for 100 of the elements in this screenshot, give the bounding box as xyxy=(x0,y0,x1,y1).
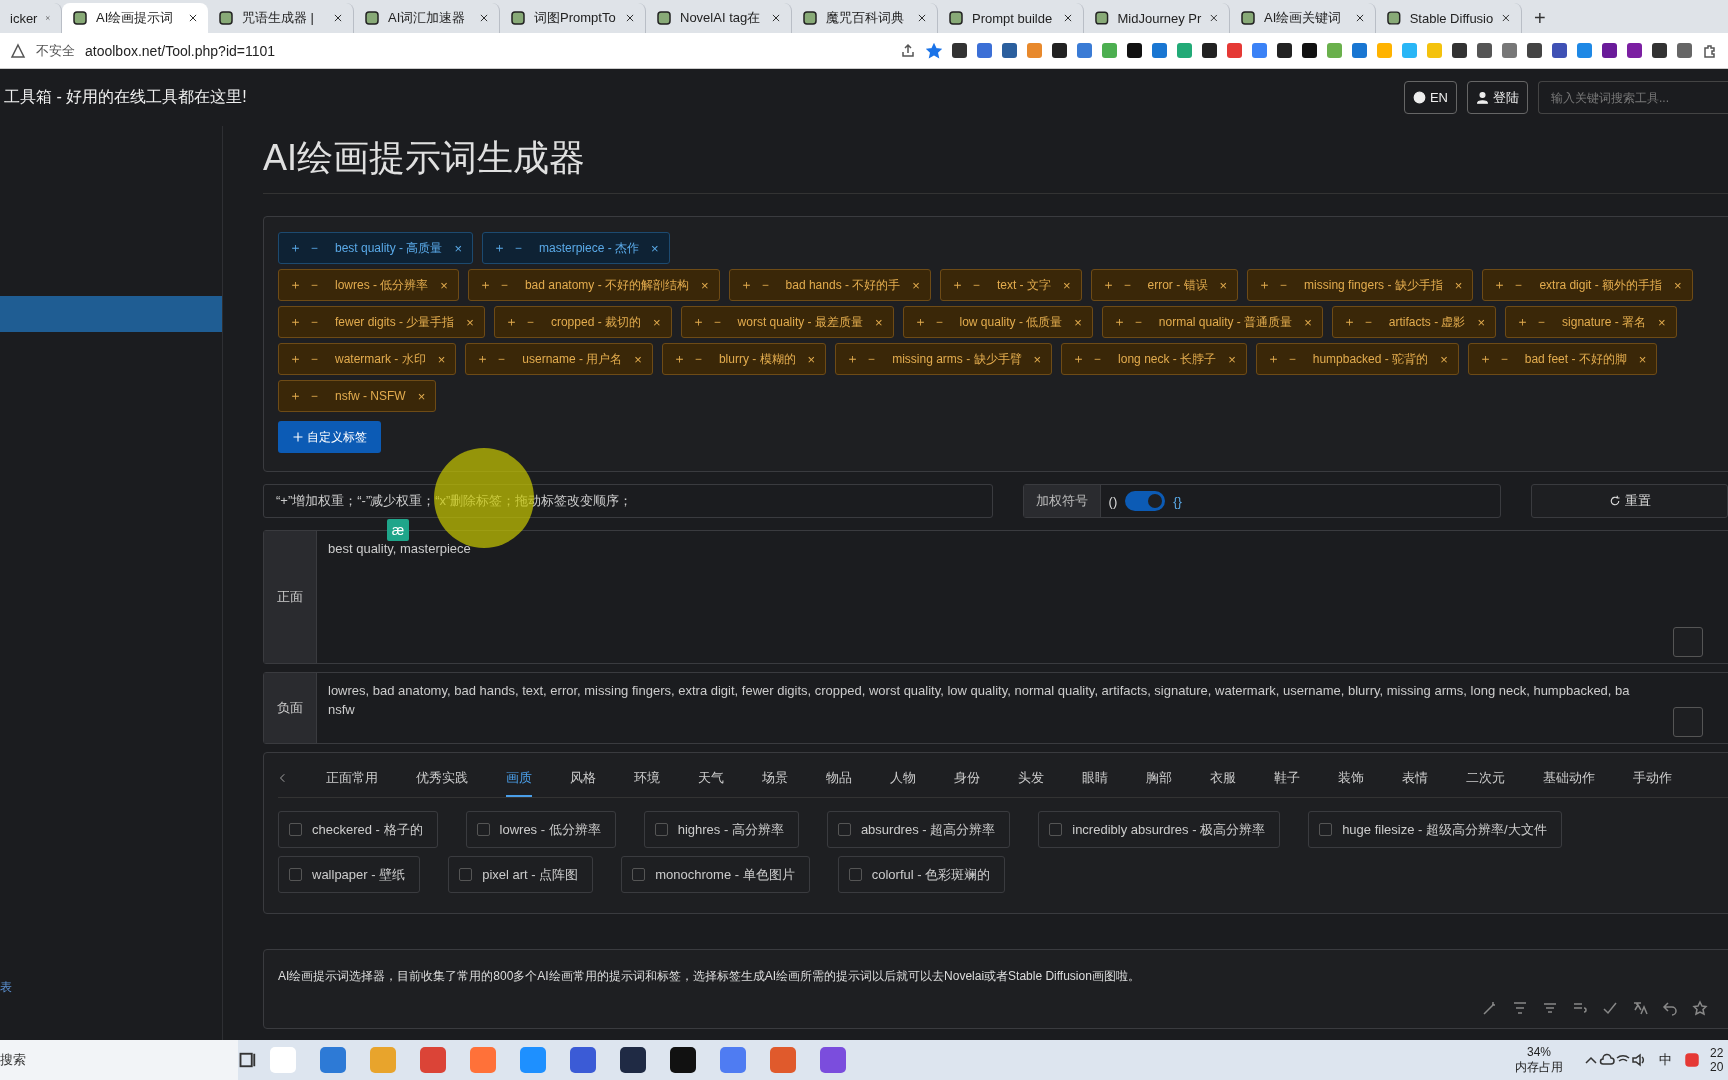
remove-tag-button[interactable]: × xyxy=(1674,277,1682,293)
remove-tag-button[interactable]: × xyxy=(466,314,474,330)
increase-weight-button[interactable]: ＋ xyxy=(672,350,686,368)
extension-icon[interactable] xyxy=(1527,43,1542,58)
remove-tag-button[interactable]: × xyxy=(440,277,448,293)
category-tab[interactable]: 物品 xyxy=(826,769,852,797)
login-button[interactable]: 登陆 xyxy=(1467,81,1528,114)
negative-tag[interactable]: ＋ － missing fingers - 缺少手指 × xyxy=(1247,269,1474,301)
remove-tag-button[interactable]: × xyxy=(1454,277,1463,293)
increase-weight-button[interactable]: ＋ xyxy=(476,350,490,368)
negative-tag[interactable]: ＋ － bad anatomy - 不好的解剖结构 × xyxy=(467,269,720,301)
decrease-weight-button[interactable]: － xyxy=(511,239,525,257)
decrease-weight-button[interactable]: － xyxy=(1277,276,1291,294)
tag-checkbox[interactable]: wallpaper - 壁纸 xyxy=(278,856,421,893)
increase-weight-button[interactable]: ＋ xyxy=(846,350,860,368)
remove-tag-button[interactable]: × xyxy=(701,277,709,293)
copy-button[interactable] xyxy=(1673,627,1703,657)
increase-weight-button[interactable]: ＋ xyxy=(504,313,518,331)
taskbar-search[interactable]: 搜索 xyxy=(0,1040,238,1080)
taskbar-app-icon[interactable] xyxy=(620,1047,646,1073)
increase-weight-button[interactable]: ＋ xyxy=(1342,313,1356,331)
negative-tag[interactable]: ＋ － cropped - 裁切的 × xyxy=(493,306,672,338)
category-tab[interactable]: 画质 xyxy=(506,769,532,797)
remove-tag-button[interactable]: × xyxy=(1304,314,1312,330)
increase-weight-button[interactable]: ＋ xyxy=(1258,276,1272,294)
decrease-weight-button[interactable]: － xyxy=(523,313,537,331)
search-field[interactable]: 输入关键词搜索工具... xyxy=(1538,81,1728,114)
decrease-weight-button[interactable]: － xyxy=(1285,350,1299,368)
decrease-weight-button[interactable]: － xyxy=(497,276,511,294)
negative-tag[interactable]: ＋ － artifacts - 虚影 × xyxy=(1331,306,1497,338)
language-button[interactable]: EN xyxy=(1403,81,1457,114)
decrease-weight-button[interactable]: － xyxy=(308,313,321,331)
category-tab[interactable]: 人物 xyxy=(890,769,916,797)
category-tab[interactable]: 眼睛 xyxy=(1082,769,1108,797)
remove-tag-button[interactable]: × xyxy=(874,314,883,330)
ime-indicator[interactable]: 中 xyxy=(1659,1051,1672,1069)
decrease-weight-button[interactable]: － xyxy=(710,313,724,331)
category-tab[interactable]: 环境 xyxy=(634,769,660,797)
decrease-weight-button[interactable]: － xyxy=(1361,313,1375,331)
positive-tag[interactable]: ＋ － masterpiece - 杰作 × xyxy=(481,232,670,264)
extension-icon[interactable] xyxy=(1252,43,1267,58)
extension-icon[interactable] xyxy=(1177,43,1192,58)
increase-weight-button[interactable]: ＋ xyxy=(289,239,302,257)
decrease-weight-button[interactable]: － xyxy=(1512,276,1526,294)
negative-tag[interactable]: ＋ － username - 用户名 × xyxy=(465,343,653,375)
decrease-weight-button[interactable]: － xyxy=(1120,276,1134,294)
remove-tag-button[interactable]: × xyxy=(1219,277,1228,293)
category-tab[interactable]: 场景 xyxy=(762,769,788,797)
extension-icon[interactable] xyxy=(1302,43,1317,58)
negative-tag[interactable]: ＋ － signature - 署名 × xyxy=(1505,306,1677,338)
extension-icon[interactable] xyxy=(1577,43,1592,58)
positive-tag[interactable]: ＋ － best quality - 高质量 × xyxy=(278,232,473,264)
remove-tag-button[interactable]: × xyxy=(912,277,920,293)
extension-icon[interactable] xyxy=(952,43,967,58)
remove-tag-button[interactable]: × xyxy=(651,240,659,256)
negative-tag[interactable]: ＋ － fewer digits - 少量手指 × xyxy=(278,306,485,338)
increase-weight-button[interactable]: ＋ xyxy=(691,313,705,331)
reset-button[interactable]: 重置 xyxy=(1531,484,1728,518)
extension-icon[interactable] xyxy=(1102,43,1117,58)
extension-icon[interactable] xyxy=(1477,43,1492,58)
new-tab-button[interactable]: + xyxy=(1522,3,1558,33)
address-field[interactable]: atoolbox.net/Tool.php?id=1101 xyxy=(85,42,890,59)
negative-tag[interactable]: ＋ － text - 文字 × xyxy=(939,269,1082,301)
extension-icon[interactable] xyxy=(1502,43,1517,58)
increase-weight-button[interactable]: ＋ xyxy=(1072,350,1086,368)
extension-icon[interactable] xyxy=(1202,43,1217,58)
category-tab[interactable]: 正面常用 xyxy=(326,769,378,797)
category-tab[interactable]: 身份 xyxy=(954,769,980,797)
extension-icon[interactable] xyxy=(1027,43,1042,58)
remove-tag-button[interactable]: × xyxy=(1062,277,1071,293)
decrease-weight-button[interactable]: － xyxy=(495,350,509,368)
sidebar-link[interactable]: 表 xyxy=(0,979,12,996)
decrease-weight-button[interactable]: － xyxy=(969,276,983,294)
decrease-weight-button[interactable]: － xyxy=(691,350,705,368)
increase-weight-button[interactable]: ＋ xyxy=(1516,313,1530,331)
increase-weight-button[interactable]: ＋ xyxy=(1266,350,1280,368)
extension-icon[interactable] xyxy=(977,43,992,58)
tag-checkbox[interactable]: highres - 高分辨率 xyxy=(643,811,799,848)
increase-weight-button[interactable]: ＋ xyxy=(289,350,302,368)
copy-button[interactable] xyxy=(1673,707,1703,737)
negative-tag[interactable]: ＋ － watermark - 水印 × xyxy=(278,343,457,375)
extension-icon[interactable] xyxy=(1327,43,1342,58)
increase-weight-button[interactable]: ＋ xyxy=(289,313,302,331)
extension-icon[interactable] xyxy=(1077,43,1092,58)
negative-tag[interactable]: ＋ － bad hands - 不好的手 × xyxy=(728,269,931,301)
remove-tag-button[interactable]: × xyxy=(1440,351,1448,367)
increase-weight-button[interactable]: ＋ xyxy=(492,239,506,257)
remove-tag-button[interactable]: × xyxy=(1638,351,1647,367)
extension-icon[interactable] xyxy=(1277,43,1292,58)
decrease-weight-button[interactable]: － xyxy=(308,387,321,405)
category-tab[interactable]: 头发 xyxy=(1018,769,1044,797)
decrease-weight-button[interactable]: － xyxy=(1091,350,1105,368)
category-tab[interactable]: 表情 xyxy=(1402,769,1428,797)
toggle-switch[interactable] xyxy=(1125,491,1166,511)
tag-checkbox[interactable]: huge filesize - 超级高分辨率/大文件 xyxy=(1308,811,1562,848)
decrease-weight-button[interactable]: － xyxy=(1131,313,1145,331)
extension-icon[interactable] xyxy=(1152,43,1167,58)
increase-weight-button[interactable]: ＋ xyxy=(289,387,302,405)
extension-icon[interactable] xyxy=(1452,43,1467,58)
increase-weight-button[interactable]: ＋ xyxy=(1112,313,1126,331)
